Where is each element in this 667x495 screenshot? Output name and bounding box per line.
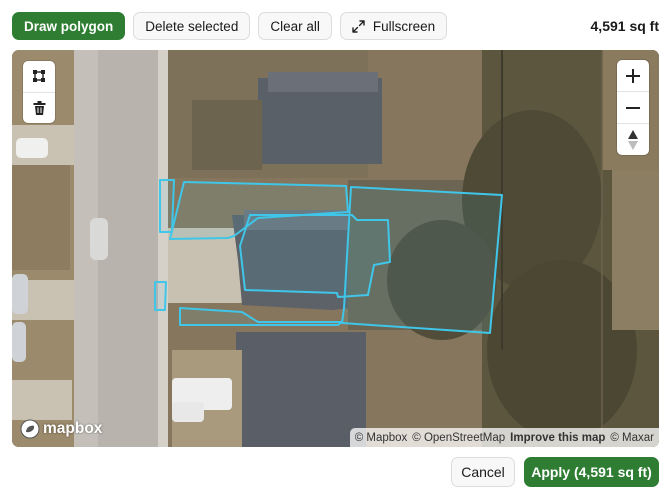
clear-all-button[interactable]: Clear all (258, 12, 332, 40)
mapbox-logo-text: mapbox (43, 420, 103, 437)
toolbar: Draw polygon Delete selected Clear all F… (12, 12, 448, 40)
polygon-small-strip (154, 281, 167, 311)
zoom-out-button[interactable] (617, 91, 649, 123)
polygon-left-strip (159, 179, 175, 233)
draw-polygon-button[interactable]: Draw polygon (12, 12, 126, 40)
attribution-mapbox-link[interactable]: © Mapbox (355, 432, 408, 444)
zoom-out-icon (626, 106, 640, 109)
polygon-tool-button[interactable] (23, 61, 55, 92)
mapbox-logo[interactable]: mapbox (20, 419, 102, 439)
zoom-in-button[interactable] (617, 60, 649, 91)
trash-icon (33, 100, 45, 115)
compass-icon (628, 129, 638, 150)
draw-controls (23, 61, 55, 123)
polygon-house-outline (239, 214, 391, 298)
fullscreen-label: Fullscreen (372, 18, 436, 34)
dialog-footer: Cancel Apply (4,591 sq ft) (451, 457, 659, 487)
delete-selected-button[interactable]: Delete selected (133, 12, 251, 40)
mapbox-mark-icon (20, 419, 40, 439)
trash-button[interactable] (23, 91, 55, 124)
fullscreen-button[interactable]: Fullscreen (339, 12, 448, 40)
improve-map-link[interactable]: Improve this map (510, 432, 605, 444)
cancel-button[interactable]: Cancel (451, 457, 515, 487)
expand-icon (352, 19, 365, 33)
polygon-tool-icon (33, 70, 45, 83)
attribution-osm-link[interactable]: © OpenStreetMap (412, 432, 505, 444)
navigation-controls (617, 60, 649, 155)
attribution-maxar-link[interactable]: © Maxar (610, 432, 654, 444)
map-attribution: © Mapbox © OpenStreetMap Improve this ma… (349, 428, 659, 447)
compass-button[interactable] (617, 123, 649, 155)
satellite-map[interactable]: mapbox © Mapbox © OpenStreetMap Improve … (12, 50, 659, 447)
apply-button[interactable]: Apply (4,591 sq ft) (524, 457, 659, 487)
zoom-in-icon (626, 68, 640, 83)
area-readout: 4,591 sq ft (590, 18, 659, 34)
satellite-imagery (12, 50, 659, 447)
